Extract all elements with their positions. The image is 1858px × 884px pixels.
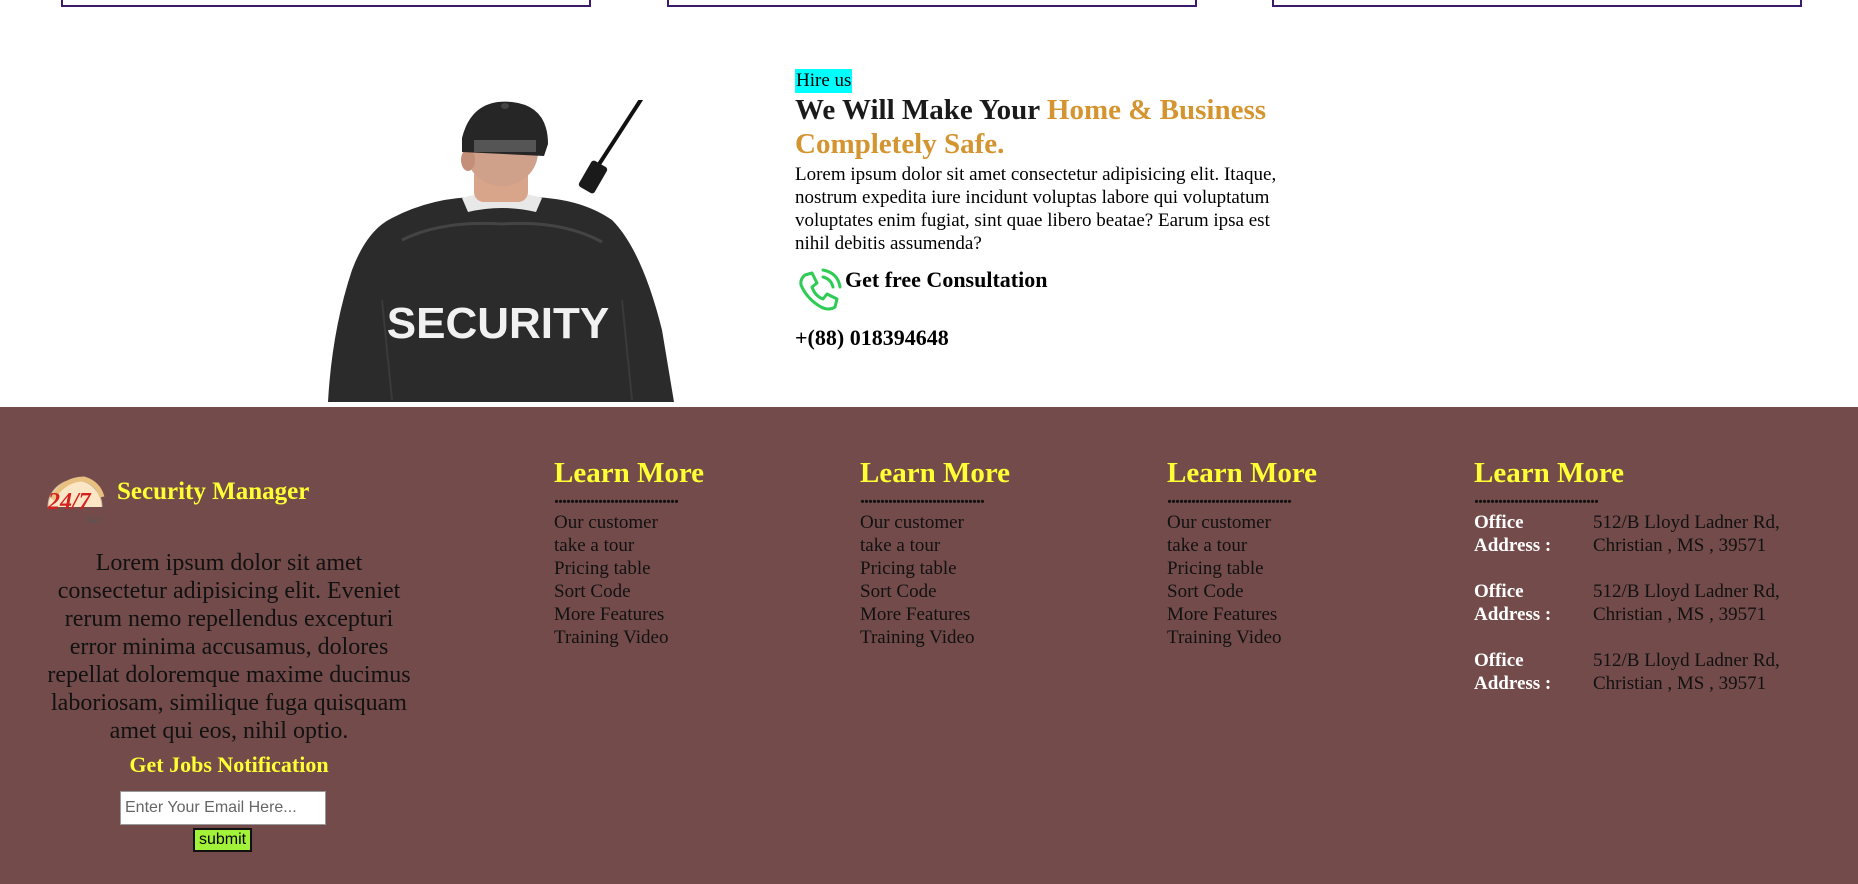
link-sort-code[interactable]: Sort Code — [554, 580, 814, 603]
footer-column-1: Learn More .............................… — [554, 455, 814, 649]
jobs-notification-title: Get Jobs Notification — [129, 752, 329, 777]
hire-title: We Will Make Your Home & Business Comple… — [795, 93, 1285, 161]
consultation-block: Get free Consultation — [795, 267, 1285, 317]
brand-name: Security Manager — [117, 478, 310, 505]
link-pricing-table[interactable]: Pricing table — [860, 557, 1120, 580]
footer-column-2: Learn More .............................… — [860, 455, 1120, 649]
link-take-a-tour[interactable]: take a tour — [1167, 534, 1427, 557]
link-our-customer[interactable]: Our customer — [554, 511, 814, 534]
feature-card-1 — [61, 0, 591, 7]
link-take-a-tour[interactable]: take a tour — [554, 534, 814, 557]
footer-column-3: Learn More .............................… — [1167, 455, 1427, 649]
address-value: 512/B Lloyd Ladner Rd, Christian , MS , … — [1593, 581, 1780, 625]
column-title: Learn More — [554, 457, 705, 489]
submit-button[interactable]: submit — [193, 828, 253, 852]
column-divider: ............................... — [860, 491, 985, 508]
address-row: Office Address : 512/B Lloyd Ladner Rd, … — [1474, 511, 1824, 557]
link-our-customer[interactable]: Our customer — [1167, 511, 1427, 534]
phone-number: +(88) 018394648 — [795, 325, 949, 350]
footer-address-column: Learn More .............................… — [1474, 455, 1824, 718]
address-label: Office Address : — [1474, 581, 1552, 625]
logo-24-7-icon: 24/7 24/7 — [47, 476, 105, 525]
link-our-customer[interactable]: Our customer — [860, 511, 1120, 534]
link-more-features[interactable]: More Features — [554, 603, 814, 626]
column-title: Learn More — [1167, 457, 1318, 489]
hire-description: Lorem ipsum dolor sit amet consectetur a… — [795, 164, 1277, 254]
consultation-label: Get free Consultation — [845, 267, 1048, 292]
address-row: Office Address : 512/B Lloyd Ladner Rd, … — [1474, 580, 1824, 626]
column-title: Learn More — [860, 457, 1011, 489]
column-divider: ............................... — [1167, 491, 1292, 508]
link-pricing-table[interactable]: Pricing table — [554, 557, 814, 580]
link-training-video[interactable]: Training Video — [1167, 626, 1427, 649]
feature-card-3 — [1272, 0, 1802, 7]
address-value: 512/B Lloyd Ladner Rd, Christian , MS , … — [1593, 650, 1780, 694]
address-label: Office Address : — [1474, 650, 1552, 694]
link-sort-code[interactable]: Sort Code — [1167, 580, 1427, 603]
hire-title-main: We Will Make Your — [795, 94, 1047, 126]
address-row: Office Address : 512/B Lloyd Ladner Rd, … — [1474, 649, 1824, 695]
footer: 24/7 24/7 Security Manager Lorem ipsum d… — [0, 407, 1858, 884]
feature-card-2 — [667, 0, 1197, 7]
phone-icon — [799, 268, 842, 311]
security-guard-image: SECURITY — [322, 96, 684, 402]
hire-tag: Hire us — [795, 69, 853, 93]
column-divider: ............................... — [1474, 491, 1599, 508]
column-divider: ............................... — [554, 491, 679, 508]
security-text: SECURITY — [387, 299, 609, 348]
link-more-features[interactable]: More Features — [860, 603, 1120, 626]
column-title: Learn More — [1474, 457, 1625, 489]
link-training-video[interactable]: Training Video — [554, 626, 814, 649]
link-more-features[interactable]: More Features — [1167, 603, 1427, 626]
address-value: 512/B Lloyd Ladner Rd, Christian , MS , … — [1593, 512, 1780, 556]
address-label: Office Address : — [1474, 512, 1552, 556]
svg-text:24/7: 24/7 — [86, 516, 102, 525]
link-take-a-tour[interactable]: take a tour — [860, 534, 1120, 557]
hire-section: Hire us We Will Make Your Home & Busines… — [795, 69, 1285, 351]
brand-description: Lorem ipsum dolor sit amet consectetur a… — [47, 550, 411, 744]
logo-text: 24/7 — [47, 489, 92, 515]
email-input[interactable] — [120, 791, 326, 825]
link-training-video[interactable]: Training Video — [860, 626, 1120, 649]
link-sort-code[interactable]: Sort Code — [860, 580, 1120, 603]
link-pricing-table[interactable]: Pricing table — [1167, 557, 1427, 580]
